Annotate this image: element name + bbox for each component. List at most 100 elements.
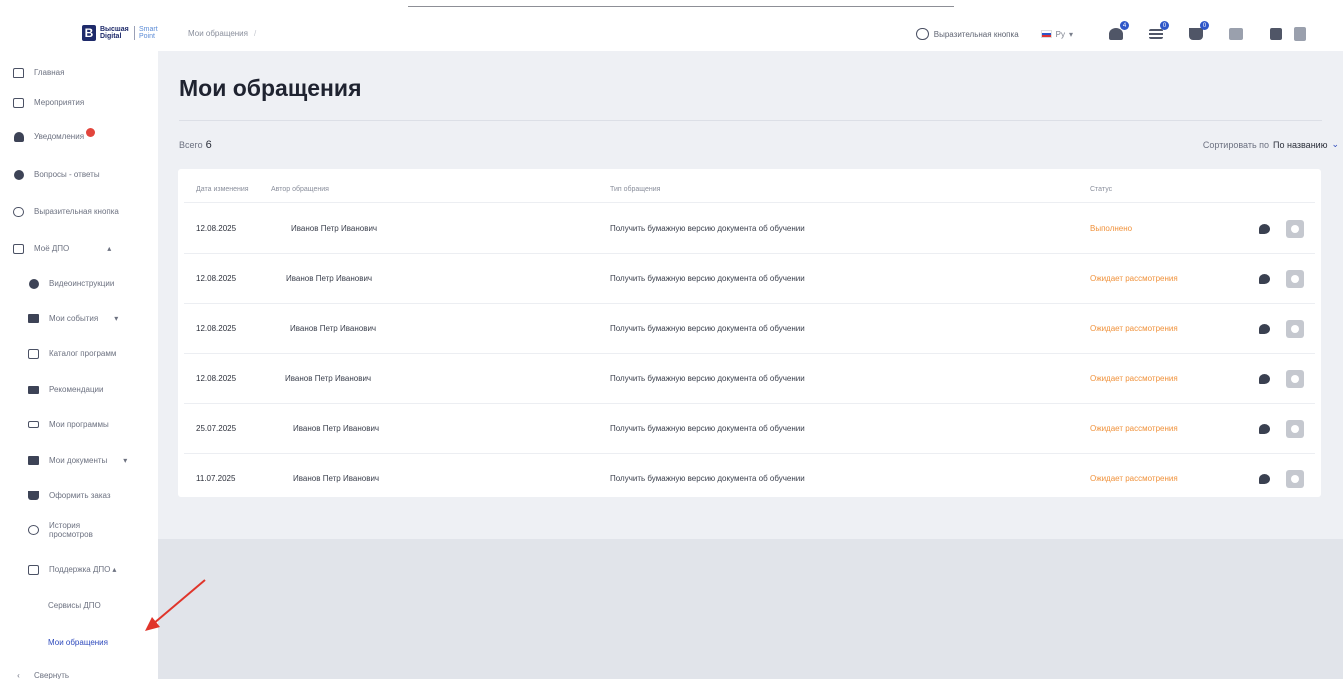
row-status: Ожидает рассмотрения: [1090, 424, 1178, 433]
column-header-type[interactable]: Тип обращения: [610, 186, 660, 193]
chat-icon[interactable]: [1255, 320, 1273, 338]
chevron-down-icon: ⌄: [1331, 139, 1339, 149]
sidebar-item-expressive-button[interactable]: Выразительная кнопка: [13, 206, 119, 217]
row-status: Выполнено: [1090, 224, 1133, 233]
total-value: 6: [205, 139, 212, 151]
support-icon: [28, 564, 39, 575]
logo[interactable]: В Высшая Digital Smart Point: [82, 25, 165, 41]
breadcrumb-item[interactable]: Мои обращения: [188, 29, 248, 38]
home-icon: [13, 67, 24, 78]
row-type: Получить бумажную версию документа об об…: [610, 274, 805, 283]
chat-icon[interactable]: [1255, 370, 1273, 388]
sidebar-item-label: Оформить заказ: [49, 491, 111, 500]
sidebar-item-label: Видеоинструкции: [49, 279, 115, 288]
breadcrumb-separator: /: [253, 29, 257, 38]
logo-divider: [134, 26, 135, 40]
sort-control[interactable]: Сортировать по По названию ⌄: [1203, 139, 1339, 150]
sidebar-item-label: Главная: [34, 68, 65, 77]
sidebar-item-dpo-support[interactable]: Поддержка ДПО ▴: [28, 564, 116, 575]
table-row[interactable]: 11.07.2025 Иванов Петр Иванович Получить…: [178, 454, 1321, 504]
requests-table: Дата изменения Автор обращения Тип обращ…: [178, 169, 1321, 497]
row-author: Иванов Петр Иванович: [286, 274, 373, 283]
sidebar-item-label: Уведомления: [34, 132, 85, 141]
heart-icon[interactable]: 4: [1107, 21, 1129, 43]
info-icon[interactable]: [1286, 470, 1304, 488]
main-content: Мои обращения Всего 6 Сортировать по По н…: [158, 51, 1343, 679]
breadcrumb: Мои обращения /: [188, 29, 256, 38]
row-status: Ожидает рассмотрения: [1090, 374, 1178, 383]
sidebar-item-label: Свернуть: [34, 671, 70, 679]
logo-mark: В: [82, 25, 96, 41]
row-author: Иванов Петр Иванович: [290, 324, 377, 333]
sidebar-item-notifications[interactable]: Уведомления: [13, 128, 96, 142]
column-header-date[interactable]: Дата изменения: [196, 186, 249, 193]
row-status: Ожидает рассмотрения: [1090, 274, 1178, 283]
sidebar-item-label: Мероприятия: [34, 98, 85, 107]
events-icon: [28, 313, 39, 324]
list-icon[interactable]: 0: [1147, 21, 1169, 43]
sidebar-item-label: Мои документы: [49, 456, 108, 465]
sidebar-item-my-programs[interactable]: Мои программы: [28, 419, 109, 430]
profile-icon[interactable]: [1291, 25, 1309, 43]
column-header-status[interactable]: Статус: [1090, 186, 1112, 193]
expressive-button[interactable]: Выразительная кнопка: [915, 28, 1019, 40]
expressive-button-label: Выразительная кнопка: [933, 29, 1019, 39]
total-label: Всего: [179, 140, 203, 150]
comparison-icon[interactable]: [1227, 25, 1245, 43]
flag-icon: [1040, 30, 1052, 38]
sidebar-item-recommendations[interactable]: Рекомендации: [28, 384, 103, 395]
sidebar-item-label: Мои программы: [49, 420, 109, 429]
sidebar-item-label: Моё ДПО: [34, 244, 70, 253]
table-row[interactable]: 12.08.2025 Иванов Петр Иванович Получить…: [178, 354, 1321, 404]
row-author: Иванов Петр Иванович: [293, 424, 380, 433]
cart-icon[interactable]: 0: [1187, 21, 1209, 43]
sort-value: По названию: [1273, 139, 1328, 150]
info-icon[interactable]: [1286, 370, 1304, 388]
sidebar-item-program-catalog[interactable]: Каталог программ: [28, 348, 116, 359]
chevron-down-icon: ▾: [1068, 29, 1073, 39]
table-row[interactable]: 12.08.2025 Иванов Петр Иванович Получить…: [178, 254, 1321, 304]
info-icon[interactable]: [1286, 220, 1304, 238]
sidebar-item-my-events[interactable]: Мои события ▾: [28, 313, 118, 324]
row-type: Получить бумажную версию документа об об…: [610, 324, 805, 333]
logo-subtitle: Smart Point: [139, 26, 158, 40]
sidebar-item-home[interactable]: Главная: [13, 67, 64, 78]
sidebar-item-events-calendar[interactable]: Мероприятия: [13, 97, 84, 108]
table-row[interactable]: 12.08.2025 Иванов Петр Иванович Получить…: [178, 204, 1321, 254]
calendar-icon: [13, 97, 24, 108]
sidebar-collapse[interactable]: ‹ Свернуть: [13, 670, 69, 679]
info-icon[interactable]: [1286, 270, 1304, 288]
chat-icon[interactable]: [1255, 420, 1273, 438]
logout-icon[interactable]: [1267, 25, 1285, 43]
sidebar-item-label: История просмотров: [49, 521, 93, 539]
table-row[interactable]: 12.08.2025 Иванов Петр Иванович Получить…: [178, 304, 1321, 354]
header-divider: [184, 202, 1315, 203]
info-icon[interactable]: [1286, 420, 1304, 438]
info-icon[interactable]: [1286, 320, 1304, 338]
table-row[interactable]: 25.07.2025 Иванов Петр Иванович Получить…: [178, 404, 1321, 454]
sidebar-item-my-dpo[interactable]: Моё ДПО ▴: [13, 243, 111, 254]
sidebar-item-my-documents[interactable]: Мои документы ▾: [28, 455, 127, 466]
row-type: Получить бумажную версию документа об об…: [610, 224, 805, 233]
column-header-author[interactable]: Автор обращения: [271, 186, 329, 193]
sidebar-item-view-history[interactable]: История просмотров: [28, 521, 99, 539]
total-count: Всего 6: [179, 139, 212, 151]
sidebar-item-dpo-services[interactable]: Сервисы ДПО: [48, 601, 101, 610]
header-actions: Выразительная кнопка Ру ▾ 4 0 0: [915, 21, 1309, 45]
chat-icon[interactable]: [1255, 470, 1273, 488]
sidebar-item-video-instructions[interactable]: Видеоинструкции: [28, 278, 114, 289]
sidebar-item-faq[interactable]: Вопросы - ответы: [13, 169, 100, 180]
language-value: Ру: [1055, 29, 1065, 39]
chevron-up-icon: ▴: [107, 244, 112, 253]
sidebar-item-place-order[interactable]: Оформить заказ: [28, 490, 111, 501]
row-type: Получить бумажную версию документа об об…: [610, 374, 805, 383]
language-select[interactable]: Ру ▾: [1040, 29, 1073, 39]
chat-icon[interactable]: [1255, 270, 1273, 288]
sidebar-item-label: Поддержка ДПО: [49, 565, 111, 574]
sidebar-item-my-requests[interactable]: Мои обращения: [48, 638, 108, 647]
row-author: Иванов Петр Иванович: [285, 374, 372, 383]
question-icon: [13, 169, 24, 180]
chat-icon[interactable]: [1255, 220, 1273, 238]
row-type: Получить бумажную версию документа об об…: [610, 474, 805, 483]
sidebar-item-label: Мои обращения: [48, 638, 108, 647]
